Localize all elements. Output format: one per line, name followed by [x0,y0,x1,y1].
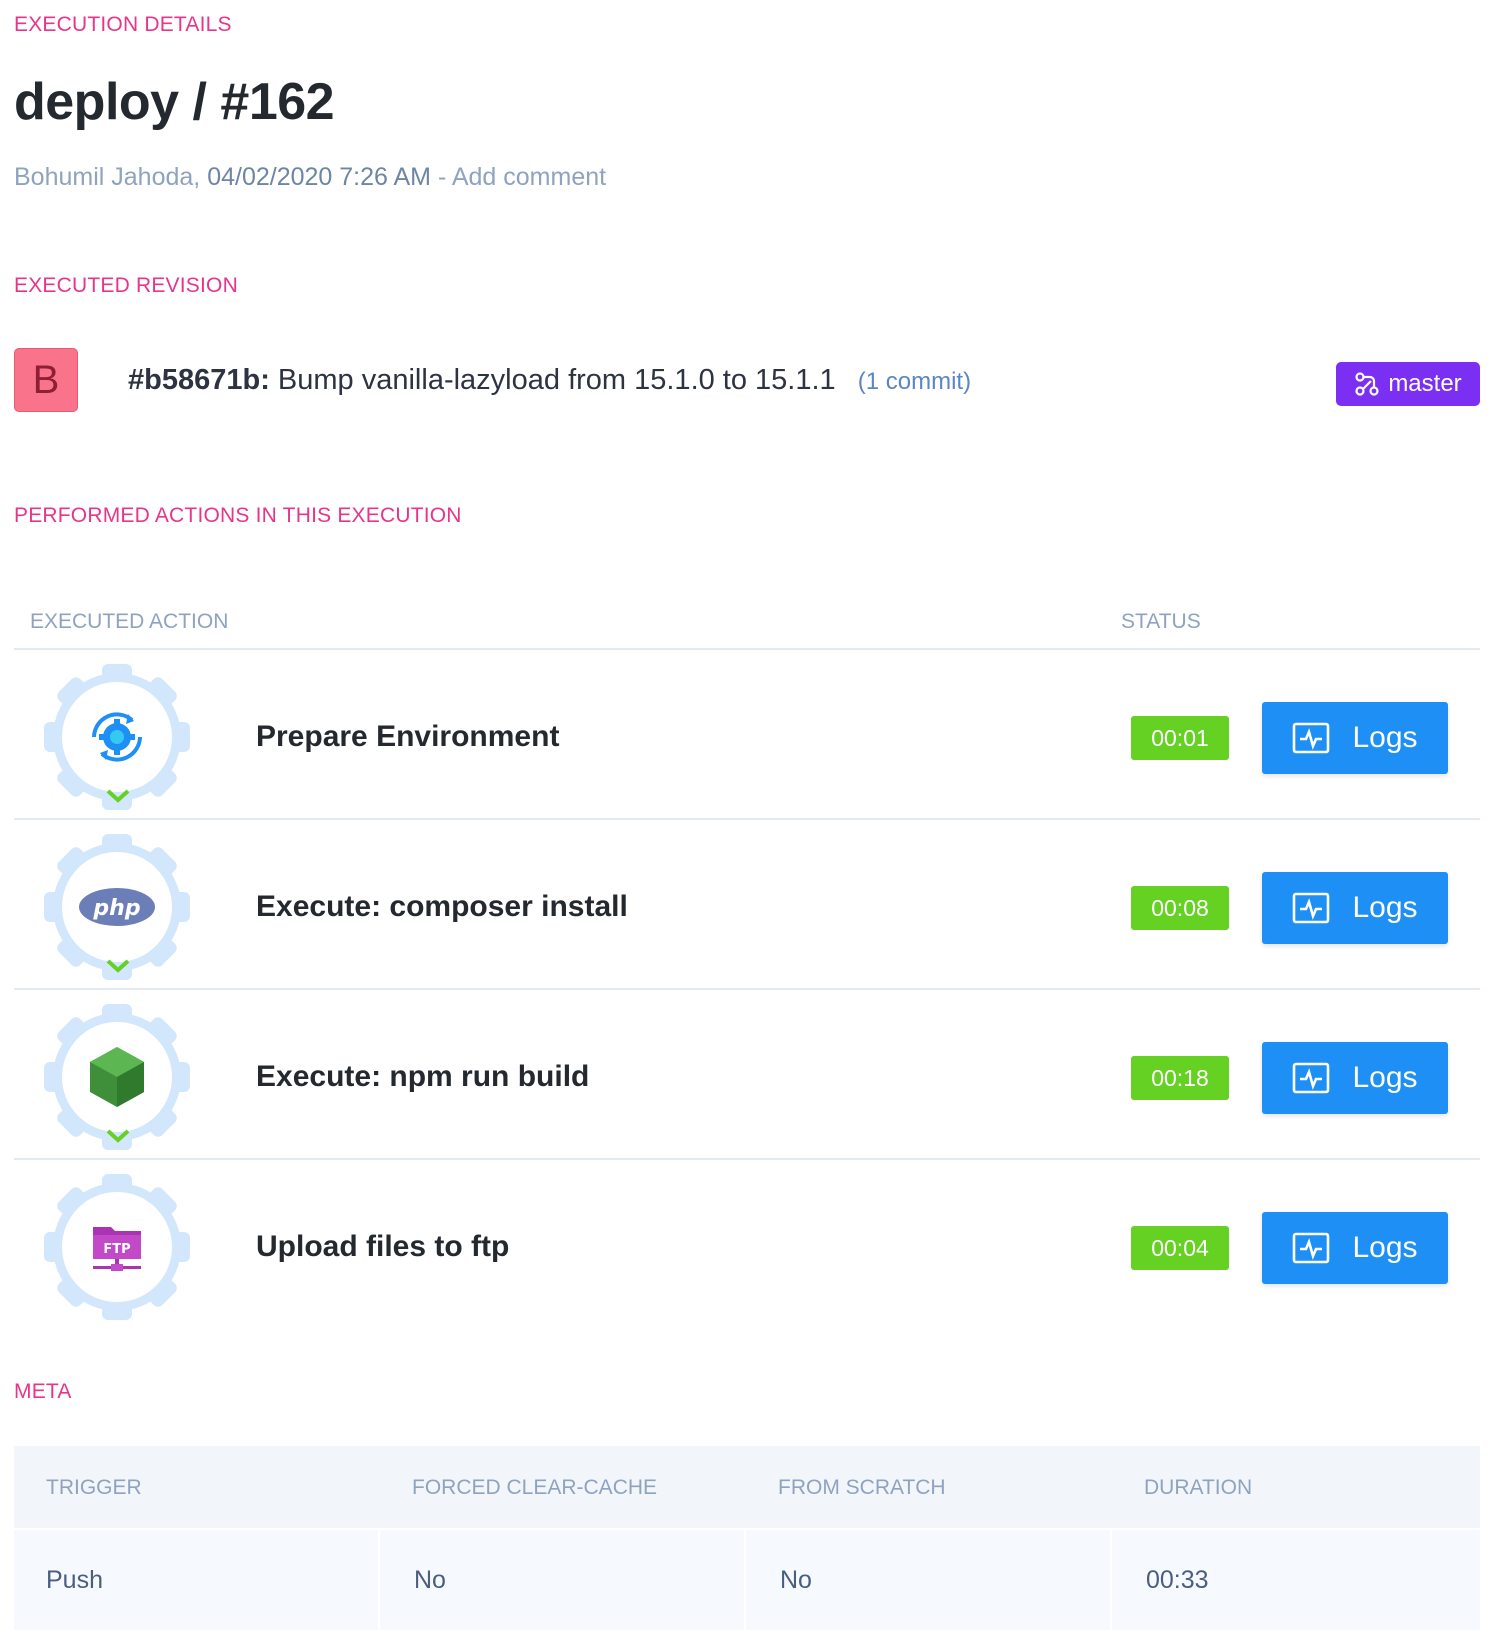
logs-label: Logs [1352,1061,1418,1094]
branch-badge[interactable]: master [1336,362,1480,406]
logs-icon [1293,1232,1330,1264]
action-name: Execute: composer install [256,890,628,923]
status-badge: 00:04 [1131,1226,1229,1270]
section-label-meta: META [14,1380,72,1403]
logs-button[interactable]: Logs [1262,702,1448,774]
meta-value-from-scratch: No [780,1566,812,1594]
author-name: Bohumil Jahoda, [14,163,201,191]
revision-hash: #b58671b: [128,364,270,396]
logs-button[interactable]: Logs [1262,872,1448,944]
environment-gear-icon [92,712,142,762]
status-badge: 00:08 [1131,886,1229,930]
revision-message: Bump vanilla-lazyload from 15.1.0 to 15.… [277,364,836,396]
meta-value-trigger: Push [46,1566,103,1594]
action-row: php Execute: composer install 00:08 Logs [14,820,1480,998]
execution-subtitle: Bohumil Jahoda, 04/02/2020 7:26 AM - Add… [14,163,606,192]
column-header-executed-action: EXECUTED ACTION [30,610,229,633]
action-icon-badge: FTP [44,1174,190,1320]
meta-table: TRIGGER FORCED CLEAR-CACHE FROM SCRATCH … [14,1446,1480,1630]
page-title: deploy / #162 [14,73,335,131]
section-label-performed-actions: PERFORMED ACTIONS IN THIS EXECUTION [14,504,462,527]
php-icon: php [79,888,155,926]
section-label-execution-details: EXECUTION DETAILS [14,13,232,36]
check-chevron-icon [106,789,130,803]
execution-date: 04/02/2020 7:26 AM [207,163,431,191]
add-comment-link[interactable]: Add comment [452,163,606,191]
meta-value-forced-clear-cache: No [414,1566,446,1594]
check-chevron-icon [106,959,130,973]
logs-icon [1293,1062,1330,1094]
branch-name: master [1388,370,1462,397]
meta-table-header [14,1446,1480,1528]
meta-value-duration: 00:33 [1146,1566,1209,1594]
action-name: Execute: npm run build [256,1060,590,1093]
php-icon-text: php [92,896,140,921]
logs-label: Logs [1352,891,1418,924]
logs-button[interactable]: Logs [1262,1212,1448,1284]
git-branch-icon [1355,372,1379,396]
meta-header-trigger: TRIGGER [46,1476,142,1499]
revision-summary: #b58671b: Bump vanilla-lazyload from 15.… [128,364,971,397]
meta-header-duration: DURATION [1144,1476,1253,1499]
logs-label: Logs [1352,721,1418,754]
meta-header-forced-clear-cache: FORCED CLEAR-CACHE [412,1476,658,1499]
status-badge: 00:18 [1131,1056,1229,1100]
action-name: Upload files to ftp [256,1230,510,1263]
ftp-icon-text: FTP [103,1242,130,1257]
nodejs-icon [90,1047,144,1107]
section-label-executed-revision: EXECUTED REVISION [14,274,238,297]
subtitle-separator: - [437,163,447,191]
logs-icon [1293,722,1330,754]
status-badge: 00:01 [1131,716,1229,760]
meta-header-from-scratch: FROM SCRATCH [778,1476,946,1499]
check-chevron-icon [106,1129,130,1143]
column-header-status: STATUS [1121,610,1201,633]
action-name: Prepare Environment [256,720,560,753]
action-row: Prepare Environment 00:01 Logs [14,650,1480,828]
logs-button[interactable]: Logs [1262,1042,1448,1114]
action-row: FTP Upload files to ftp 00:04 Logs [14,1160,1480,1338]
logs-label: Logs [1352,1231,1418,1264]
ftp-icon: FTP [93,1227,141,1271]
action-row: Execute: npm run build 00:18 Logs [14,990,1480,1168]
logs-icon [1293,892,1330,924]
commit-count-link[interactable]: (1 commit) [858,368,971,395]
avatar: B [14,348,78,412]
